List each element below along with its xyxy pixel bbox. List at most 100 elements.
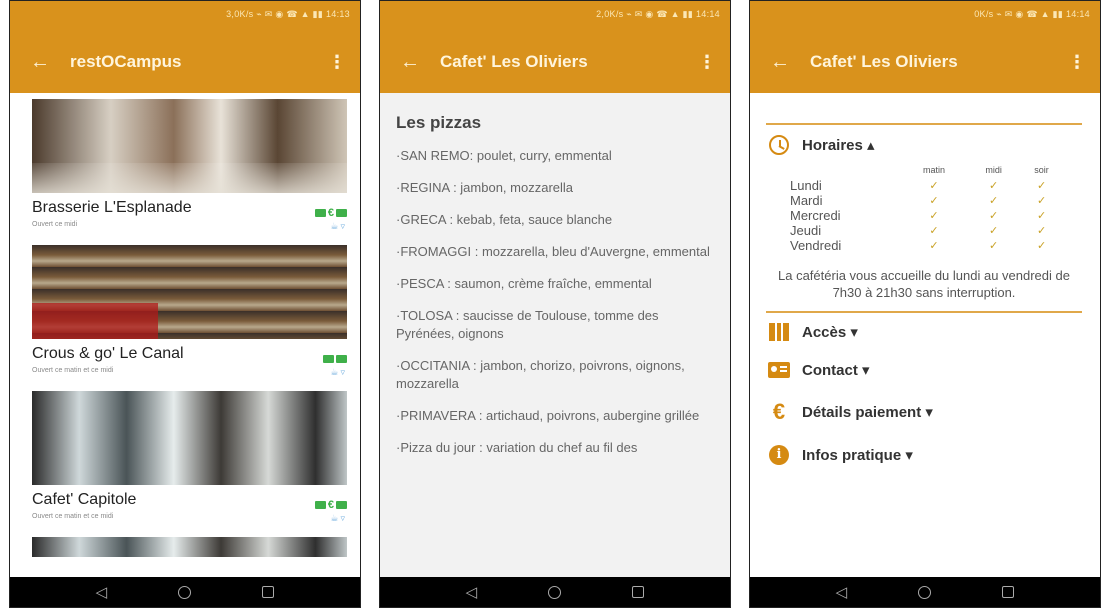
overflow-menu-icon[interactable]: ⋮ bbox=[698, 52, 716, 73]
contact-card-icon bbox=[768, 362, 790, 378]
back-arrow-icon[interactable]: ← bbox=[770, 51, 810, 74]
app-bar: ← Cafet' Les Oliviers ⋮ bbox=[380, 31, 730, 93]
section-acces[interactable]: Accès ▾ bbox=[766, 313, 1082, 351]
phone-screen-restocampus-list: 3,0K/s ⌁ ✉ ◉ ☎ ▲ ▮▮ 14:13 ← restOCampus … bbox=[9, 0, 361, 608]
check-icon: ✓ bbox=[929, 195, 939, 207]
section-label: Horaires ▴ bbox=[802, 137, 875, 154]
back-arrow-icon[interactable]: ← bbox=[400, 51, 440, 74]
overflow-menu-icon[interactable]: ⋮ bbox=[1068, 52, 1086, 73]
app-title: Cafet' Les Oliviers bbox=[810, 52, 958, 71]
map-icon bbox=[769, 323, 789, 341]
pizza-item: ·OCCITANIA : jambon, chorizo, poivrons, … bbox=[396, 358, 685, 391]
card-payment-icon bbox=[323, 355, 334, 363]
ticket-payment-icon bbox=[336, 501, 347, 509]
pizza-menu: Les pizzas ·SAN REMO: poulet, curry, emm… bbox=[380, 93, 730, 579]
pizza-item: ·Pizza du jour : variation du chef au fi… bbox=[396, 440, 638, 455]
check-icon: ✓ bbox=[1036, 195, 1047, 207]
hours-table: matin midi soir Lundi ✓ ✓ ✓ Mardi ✓ ✓ ✓ bbox=[790, 165, 1064, 253]
nav-recents-icon[interactable] bbox=[632, 586, 645, 598]
payment-icons: € bbox=[314, 499, 347, 511]
col-header: soir bbox=[1034, 165, 1049, 175]
nav-back-icon[interactable]: ◁ bbox=[96, 583, 108, 601]
pizza-item: ·REGINA : jambon, mozzarella bbox=[396, 180, 574, 195]
back-arrow-icon[interactable]: ← bbox=[30, 51, 70, 74]
pizza-item: ·FROMAGGI : mozzarella, bleu d'Auvergne,… bbox=[396, 244, 710, 259]
phone-screen-pizza-menu: 2,0K/s ⌁ ✉ ◉ ☎ ▲ ▮▮ 14:14 ← Cafet' Les O… bbox=[379, 0, 731, 608]
section-paiement[interactable]: € Détails paiement ▾ bbox=[766, 389, 1082, 435]
overflow-menu-icon[interactable]: ⋮ bbox=[328, 52, 346, 73]
table-row: Lundi ✓ ✓ ✓ bbox=[790, 178, 1064, 193]
restaurant-photo bbox=[32, 245, 347, 339]
restaurant-card[interactable]: Brasserie L'Esplanade € Ouvert ce midi ☕… bbox=[10, 99, 360, 232]
opening-status: Ouvert ce matin et ce midi bbox=[32, 367, 114, 374]
restaurant-photo bbox=[32, 99, 347, 193]
payment-icons bbox=[323, 355, 347, 363]
cafet-details: Horaires ▴ matin midi soir Lundi ✓ ✓ ✓ M… bbox=[750, 93, 1100, 579]
app-bar: ← restOCampus ⋮ bbox=[10, 31, 360, 93]
day-label: Jeudi bbox=[790, 223, 822, 238]
section-horaires[interactable]: Horaires ▴ bbox=[766, 125, 1082, 165]
android-nav-bar: ◁ bbox=[750, 577, 1100, 607]
check-icon: ✓ bbox=[988, 195, 999, 207]
android-nav-bar: ◁ bbox=[380, 577, 730, 607]
check-icon: ✓ bbox=[929, 210, 939, 222]
ticket-payment-icon bbox=[336, 209, 347, 217]
app-bar: ← Cafet' Les Oliviers ⋮ bbox=[750, 31, 1100, 93]
pizza-item: ·PESCA : saumon, crème fraîche, emmental bbox=[396, 276, 652, 291]
day-label: Mercredi bbox=[790, 208, 841, 223]
nav-home-icon[interactable] bbox=[918, 585, 932, 599]
section-label: Accès ▾ bbox=[802, 324, 858, 341]
pizza-item: ·TOLOSA : saucisse de Toulouse, tomme de… bbox=[396, 308, 659, 341]
restaurant-photo bbox=[32, 391, 347, 485]
nav-back-icon[interactable]: ◁ bbox=[466, 583, 478, 601]
check-icon: ✓ bbox=[988, 210, 999, 222]
status-bar: 0K/s ⌁ ✉ ◉ ☎ ▲ ▮▮ 14:14 bbox=[750, 1, 1100, 31]
euro-payment-icon: € bbox=[327, 207, 334, 219]
restaurant-card[interactable]: Cafet' Capitole € Ouvert ce matin et ce … bbox=[10, 391, 360, 524]
ticket-payment-icon bbox=[336, 355, 347, 363]
check-icon: ✓ bbox=[929, 240, 939, 252]
table-row: Mercredi ✓ ✓ ✓ bbox=[790, 208, 1064, 223]
section-label: Contact ▾ bbox=[802, 362, 870, 379]
check-icon: ✓ bbox=[988, 225, 999, 237]
opening-status: Ouvert ce matin et ce midi bbox=[32, 513, 114, 520]
section-contact[interactable]: Contact ▾ bbox=[766, 351, 1082, 389]
payment-icons: € bbox=[314, 207, 347, 219]
table-row: Jeudi ✓ ✓ ✓ bbox=[790, 223, 1064, 238]
euro-payment-icon: € bbox=[327, 499, 334, 511]
nav-back-icon[interactable]: ◁ bbox=[836, 583, 848, 601]
android-nav-bar: ◁ bbox=[10, 577, 360, 607]
restaurant-name: Cafet' Capitole bbox=[32, 491, 137, 508]
app-title: restOCampus bbox=[70, 52, 182, 71]
nav-home-icon[interactable] bbox=[178, 585, 192, 599]
card-payment-icon bbox=[314, 501, 326, 509]
nav-home-icon[interactable] bbox=[548, 585, 562, 599]
check-icon: ✓ bbox=[1036, 210, 1047, 222]
clock-icon bbox=[769, 135, 789, 155]
restaurant-card[interactable]: Crous & go' Le Canal Ouvert ce matin et … bbox=[10, 245, 360, 378]
meal-type-icons: ☕▿ bbox=[330, 513, 347, 523]
section-infos[interactable]: i Infos pratique ▾ bbox=[766, 435, 1082, 475]
hours-note: La cafétéria vous accueille du lundi au … bbox=[778, 268, 1070, 300]
check-icon: ✓ bbox=[1036, 225, 1047, 237]
restaurant-name: Brasserie L'Esplanade bbox=[32, 199, 192, 216]
card-payment-icon bbox=[314, 209, 326, 217]
restaurant-list: Brasserie L'Esplanade € Ouvert ce midi ☕… bbox=[10, 93, 360, 579]
check-icon: ✓ bbox=[929, 225, 939, 237]
table-row: Mardi ✓ ✓ ✓ bbox=[790, 193, 1064, 208]
app-title: Cafet' Les Oliviers bbox=[440, 52, 588, 71]
check-icon: ✓ bbox=[929, 180, 939, 192]
phone-screen-cafet-details: 0K/s ⌁ ✉ ◉ ☎ ▲ ▮▮ 14:14 ← Cafet' Les Oli… bbox=[749, 0, 1101, 608]
col-header: midi bbox=[985, 165, 1002, 175]
check-icon: ✓ bbox=[1036, 240, 1047, 252]
info-icon: i bbox=[769, 445, 789, 465]
euro-icon: € bbox=[772, 399, 786, 424]
nav-recents-icon[interactable] bbox=[262, 586, 275, 598]
col-header: matin bbox=[923, 165, 946, 175]
day-label: Mardi bbox=[790, 193, 823, 208]
check-icon: ✓ bbox=[988, 180, 999, 192]
section-label: Infos pratique ▾ bbox=[802, 447, 913, 464]
restaurant-photo bbox=[32, 537, 347, 557]
nav-recents-icon[interactable] bbox=[1002, 586, 1015, 598]
table-row: Vendredi ✓ ✓ ✓ bbox=[790, 238, 1064, 253]
